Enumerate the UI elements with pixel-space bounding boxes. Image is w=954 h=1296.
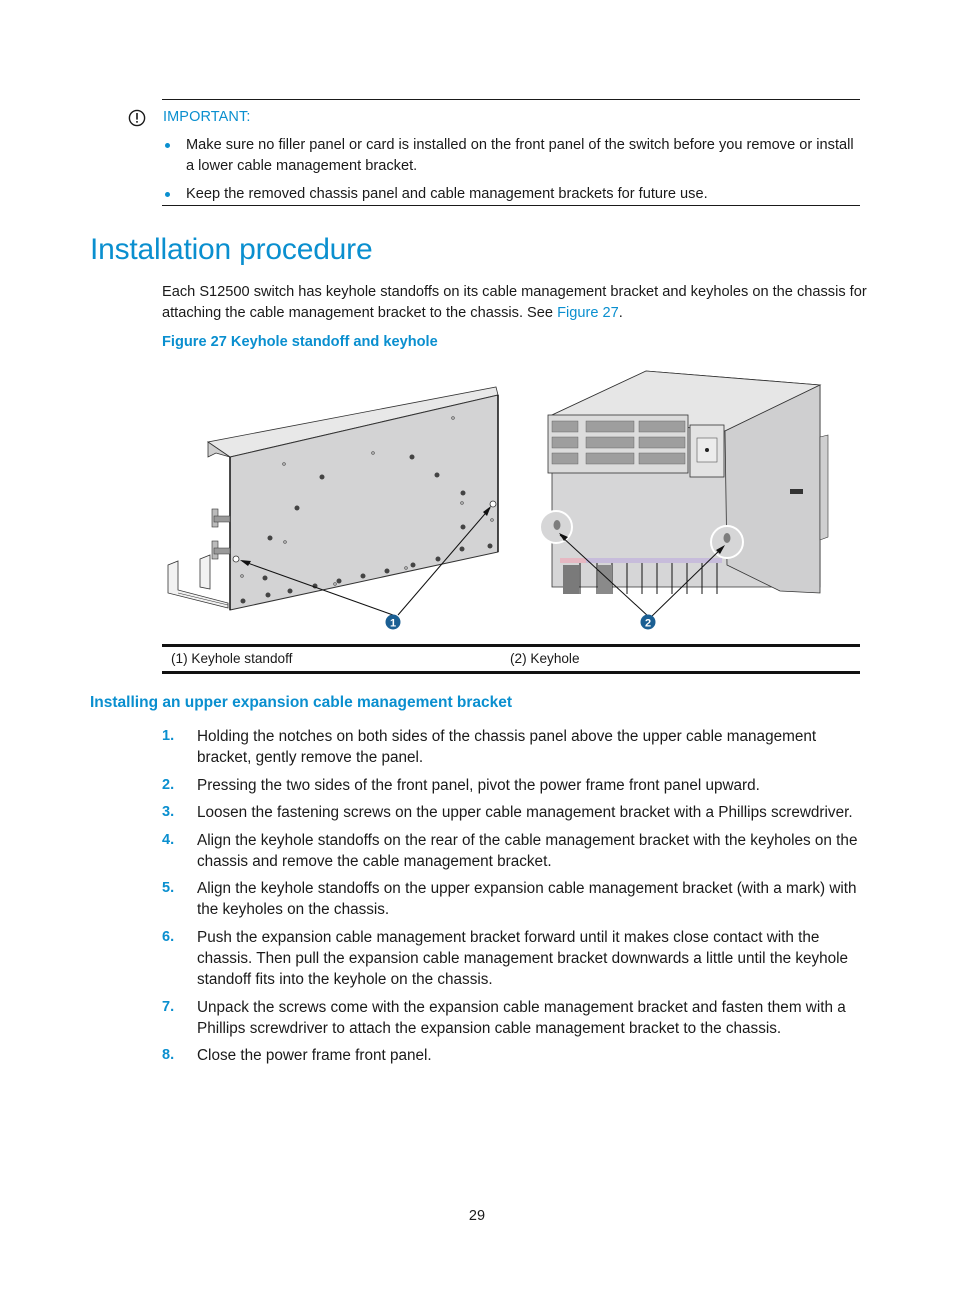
intro-text-end: . — [618, 305, 623, 321]
step-number: 2. — [162, 777, 175, 793]
step-text: Pressing the two sides of the front pane… — [197, 777, 760, 794]
page-number: 29 — [468, 1208, 486, 1224]
callout-1-label: 1 — [390, 618, 396, 630]
step-text: Align the keyhole standoffs on the upper… — [197, 880, 857, 918]
bullet-text: Keep the removed chassis panel and cable… — [186, 186, 708, 202]
step-number: 3. — [162, 804, 175, 820]
subsection-title: Installing an upper expansion cable mana… — [90, 694, 513, 711]
step-number: 7. — [162, 999, 175, 1015]
step-text: Unpack the screws come with the expansio… — [197, 999, 846, 1037]
important-bullet: Make sure no filler panel or card is ins… — [162, 135, 862, 177]
legend-item-keyhole-standoff: (1) Keyhole standoff — [171, 651, 293, 666]
callout-1: 1 — [385, 614, 401, 630]
step-item: 2. Pressing the two sides of the front p… — [162, 775, 868, 796]
step-item: 6. Push the expansion cable management b… — [162, 927, 868, 990]
figure-link[interactable]: Figure 27 — [557, 305, 619, 321]
note-bottom-rule — [162, 205, 860, 206]
step-number: 8. — [162, 1047, 175, 1063]
important-bullet: Keep the removed chassis panel and cable… — [162, 184, 862, 205]
keyhole-standoff-left — [232, 555, 240, 563]
legend-top-rule — [162, 644, 860, 647]
bullet-icon — [165, 192, 170, 197]
legend-item-keyhole: (2) Keyhole — [510, 651, 580, 666]
note-top-rule — [162, 99, 860, 100]
step-item: 3. Loosen the fastening screws on the up… — [162, 802, 868, 823]
chassis-illustration — [539, 370, 829, 618]
step-number: 5. — [162, 880, 175, 896]
step-number: 6. — [162, 929, 175, 945]
step-item: 7. Unpack the screws come with the expan… — [162, 997, 868, 1039]
step-item: 5. Align the keyhole standoffs on the up… — [162, 878, 868, 920]
intro-text: Each S12500 switch has keyhole standoffs… — [162, 284, 867, 321]
step-item: 1. Holding the notches on both sides of … — [162, 726, 868, 768]
step-number: 4. — [162, 832, 175, 848]
step-item: 4. Align the keyhole standoffs on the re… — [162, 830, 868, 872]
callout-2: 2 — [640, 614, 656, 630]
step-text: Push the expansion cable management brac… — [197, 929, 849, 988]
keyhole-right — [723, 533, 731, 543]
bullet-text: Make sure no filler panel or card is ins… — [186, 137, 854, 174]
intro-paragraph: Each S12500 switch has keyhole standoffs… — [162, 282, 868, 324]
step-text: Loosen the fastening screws on the upper… — [197, 804, 853, 821]
figure-illustration: 1 2 — [167, 370, 829, 630]
cable-bracket-illustration — [167, 386, 499, 616]
important-label: IMPORTANT: — [163, 109, 251, 125]
bullet-icon — [165, 143, 170, 148]
step-text: Close the power frame front panel. — [197, 1047, 432, 1064]
keyhole-left — [553, 520, 561, 530]
callout-2-label: 2 — [645, 618, 651, 630]
step-number: 1. — [162, 728, 175, 744]
figure-caption: Figure 27 Keyhole standoff and keyhole — [162, 334, 438, 350]
exclamation-circle-icon — [128, 109, 146, 127]
legend-bottom-rule — [162, 671, 860, 674]
step-text: Holding the notches on both sides of the… — [197, 728, 817, 766]
step-item: 8. Close the power frame front panel. — [162, 1045, 868, 1066]
section-title: Installation procedure — [90, 233, 373, 266]
step-text: Align the keyhole standoffs on the rear … — [197, 832, 858, 870]
